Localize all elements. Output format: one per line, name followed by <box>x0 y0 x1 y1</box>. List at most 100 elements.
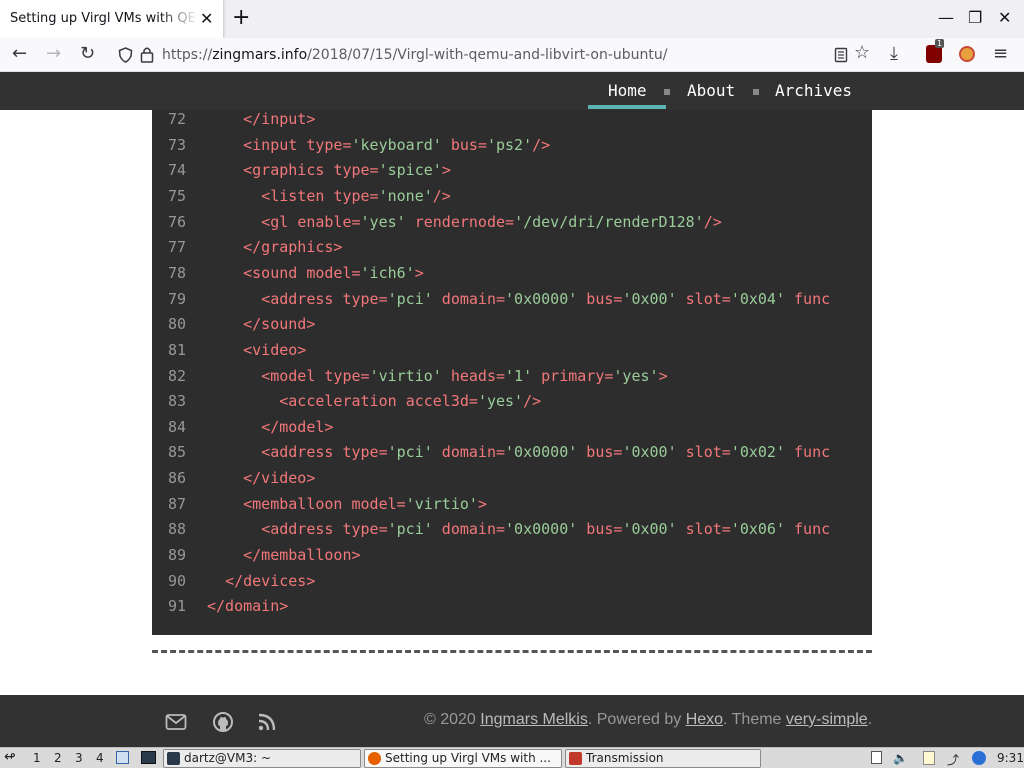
tab-close-icon[interactable]: ✕ <box>200 10 213 28</box>
code-token: <graphics <box>243 161 334 180</box>
code-token: </video> <box>243 469 316 488</box>
code-line: 72 </input> <box>152 110 872 135</box>
code-text: </sound> <box>207 314 315 334</box>
window-close-icon[interactable]: ✕ <box>998 8 1011 28</box>
file-manager-icon[interactable] <box>116 751 129 764</box>
url-scheme: https:// <box>162 47 213 63</box>
taskbar: ↫ 1 2 3 4 dartz@VM3: ~ Setting up Virgl … <box>0 747 1024 768</box>
rss-icon[interactable] <box>256 711 278 733</box>
bookmark-star-icon[interactable]: ☆ <box>854 42 870 63</box>
line-number: 79 <box>168 289 187 308</box>
volume-icon[interactable]: 🔈 <box>893 751 908 765</box>
code-token: domain= <box>432 289 506 308</box>
code-token: func <box>785 443 831 462</box>
code-line: 83 <acceleration accel3d='yes'/> <box>152 391 872 417</box>
ublock-icon[interactable]: 1 <box>926 39 945 63</box>
line-number: 73 <box>168 135 187 154</box>
back-icon[interactable]: ← <box>12 43 27 65</box>
code-token: > <box>477 494 487 513</box>
copyright-text: © 2020 <box>424 711 481 728</box>
code-text: </model> <box>207 417 333 437</box>
minimize-icon[interactable]: — <box>938 8 954 28</box>
restore-icon[interactable]: ❐ <box>968 8 982 28</box>
code-token: model= <box>306 263 361 282</box>
start-menu-icon[interactable]: ↫ <box>4 749 16 765</box>
code-token: func <box>785 520 831 539</box>
code-token: func <box>785 289 831 308</box>
clipboard-icon[interactable] <box>871 751 882 764</box>
code-text: <address type='pci' domain='0x0000' bus=… <box>207 289 830 309</box>
code-token: 'yes' <box>477 392 524 411</box>
code-token: '0x0000' <box>505 289 578 308</box>
author-link[interactable]: Ingmars Melkis <box>480 711 588 728</box>
url-bar[interactable]: https://zingmars.info/2018/07/15/Virgl-w… <box>110 41 870 69</box>
terminal-icon <box>167 752 180 765</box>
forward-icon[interactable]: → <box>46 43 61 65</box>
lock-icon[interactable] <box>140 46 154 63</box>
task-transmission[interactable]: Transmission <box>565 749 761 768</box>
extension-icon[interactable] <box>959 46 975 62</box>
code-token: bus= <box>441 135 487 154</box>
new-tab-icon[interactable]: + <box>232 6 250 30</box>
reader-view-icon[interactable] <box>834 47 848 63</box>
terminal-launcher-icon[interactable] <box>141 751 156 764</box>
task-firefox[interactable]: Setting up Virgl VMs with ... <box>364 749 562 768</box>
workspace-4[interactable]: 4 <box>96 751 104 765</box>
code-token: rendernode= <box>405 212 515 231</box>
menu-separator <box>664 89 670 95</box>
code-token: model= <box>351 494 406 513</box>
code-token: type= <box>324 366 370 385</box>
update-icon[interactable] <box>972 751 986 765</box>
code-token: '0x0000' <box>505 520 578 539</box>
workspace-2[interactable]: 2 <box>54 751 62 765</box>
theme-text: . Theme <box>723 711 786 728</box>
menu-home[interactable]: Home <box>608 81 647 100</box>
task-terminal[interactable]: dartz@VM3: ~ <box>163 749 361 768</box>
code-block: 72 </input> 73 <input type='keyboard' bus… <box>152 110 872 635</box>
workspace-1[interactable]: 1 <box>33 751 41 765</box>
network-icon[interactable]: ⤴ <box>947 751 959 768</box>
code-token: 'yes' <box>613 366 659 385</box>
code-text: <address type='pci' domain='0x0000' bus=… <box>207 442 830 462</box>
browser-tab[interactable]: Setting up Virgl VMs with QEMU ✕ <box>0 0 224 38</box>
hexo-link[interactable]: Hexo <box>686 711 723 728</box>
task-label: Setting up Virgl VMs with ... <box>385 751 551 765</box>
line-number: 84 <box>168 417 187 436</box>
url-path: /2018/07/15/Virgl-with-qemu-and-libvirt-… <box>307 47 668 63</box>
theme-link[interactable]: very-simple <box>786 711 868 728</box>
code-token: '0x06' <box>730 520 785 539</box>
tab-title: Setting up Virgl VMs with QEMU <box>10 11 198 26</box>
navigation-bar: ← → ↻ https://zingmars.info/2018/07/15/V… <box>0 38 1024 72</box>
code-token: <gl <box>261 212 298 231</box>
code-token: <memballoon <box>243 494 352 513</box>
code-token: </graphics> <box>243 238 343 257</box>
menu-icon[interactable]: ≡ <box>993 43 1008 65</box>
code-text: <model type='virtio' heads='1' primary='… <box>207 366 667 386</box>
code-token: 'yes' <box>360 212 406 231</box>
reload-icon[interactable]: ↻ <box>80 43 95 65</box>
clock[interactable]: 9:31 <box>997 751 1024 765</box>
menu-about[interactable]: About <box>687 81 735 100</box>
email-icon[interactable] <box>165 711 187 733</box>
github-icon[interactable] <box>212 711 234 733</box>
menu-archives[interactable]: Archives <box>775 81 852 100</box>
workspace-3[interactable]: 3 <box>75 751 83 765</box>
line-number: 80 <box>168 315 187 334</box>
line-number: 76 <box>168 212 187 231</box>
code-text: </video> <box>207 468 315 488</box>
code-text: <memballoon model='virtio'> <box>207 494 487 514</box>
url-text[interactable]: https://zingmars.info/2018/07/15/Virgl-w… <box>162 47 667 63</box>
code-token: > <box>441 161 451 180</box>
active-menu-indicator <box>588 105 666 109</box>
code-line: 86 </video> <box>152 468 872 494</box>
notes-icon[interactable] <box>923 751 935 765</box>
downloads-icon[interactable]: ⤓ <box>890 43 898 65</box>
shield-icon[interactable] <box>118 47 133 63</box>
